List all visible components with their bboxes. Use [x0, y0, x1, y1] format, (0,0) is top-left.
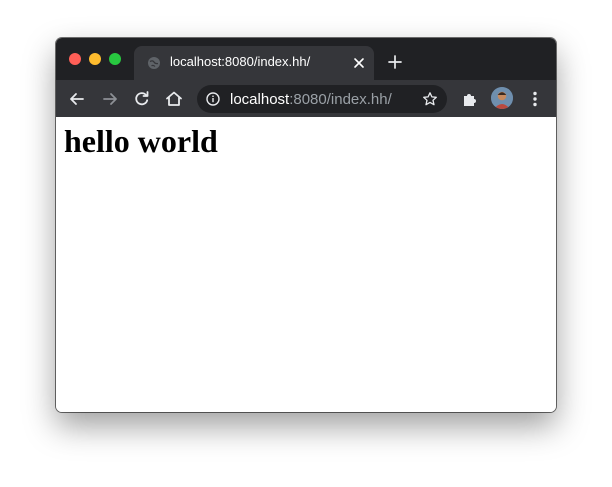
close-icon[interactable]: [352, 56, 366, 70]
toolbar: localhost:8080/index.hh/: [56, 80, 556, 117]
avatar[interactable]: [491, 87, 513, 109]
back-arrow-icon[interactable]: [67, 89, 87, 109]
star-icon[interactable]: [422, 91, 438, 107]
kebab-menu-icon[interactable]: [525, 89, 545, 109]
url-host: localhost: [230, 91, 290, 108]
page-heading: hello world: [64, 123, 218, 159]
url-rest: :8080/index.hh/: [289, 91, 392, 108]
forward-arrow-icon[interactable]: [100, 89, 120, 109]
page-content: hello world: [56, 117, 556, 412]
reload-icon[interactable]: [132, 89, 152, 109]
home-icon[interactable]: [164, 89, 184, 109]
plus-icon: [388, 55, 402, 69]
browser-window: localhost:8080/index.hh/ localhost:8080/…: [56, 38, 556, 412]
tab-strip: localhost:8080/index.hh/: [56, 38, 556, 80]
url-text[interactable]: localhost:8080/index.hh/: [230, 91, 392, 108]
puzzle-icon[interactable]: [460, 89, 480, 109]
window-minimize-button[interactable]: [89, 53, 101, 65]
tab-title: localhost:8080/index.hh/: [170, 54, 311, 69]
tab-active[interactable]: localhost:8080/index.hh/: [134, 46, 374, 80]
info-icon[interactable]: [206, 92, 220, 106]
address-bar[interactable]: localhost:8080/index.hh/: [197, 85, 447, 113]
window-zoom-button[interactable]: [109, 53, 121, 65]
globe-icon: [147, 56, 161, 70]
window-close-button[interactable]: [69, 53, 81, 65]
new-tab-button[interactable]: [387, 54, 403, 70]
